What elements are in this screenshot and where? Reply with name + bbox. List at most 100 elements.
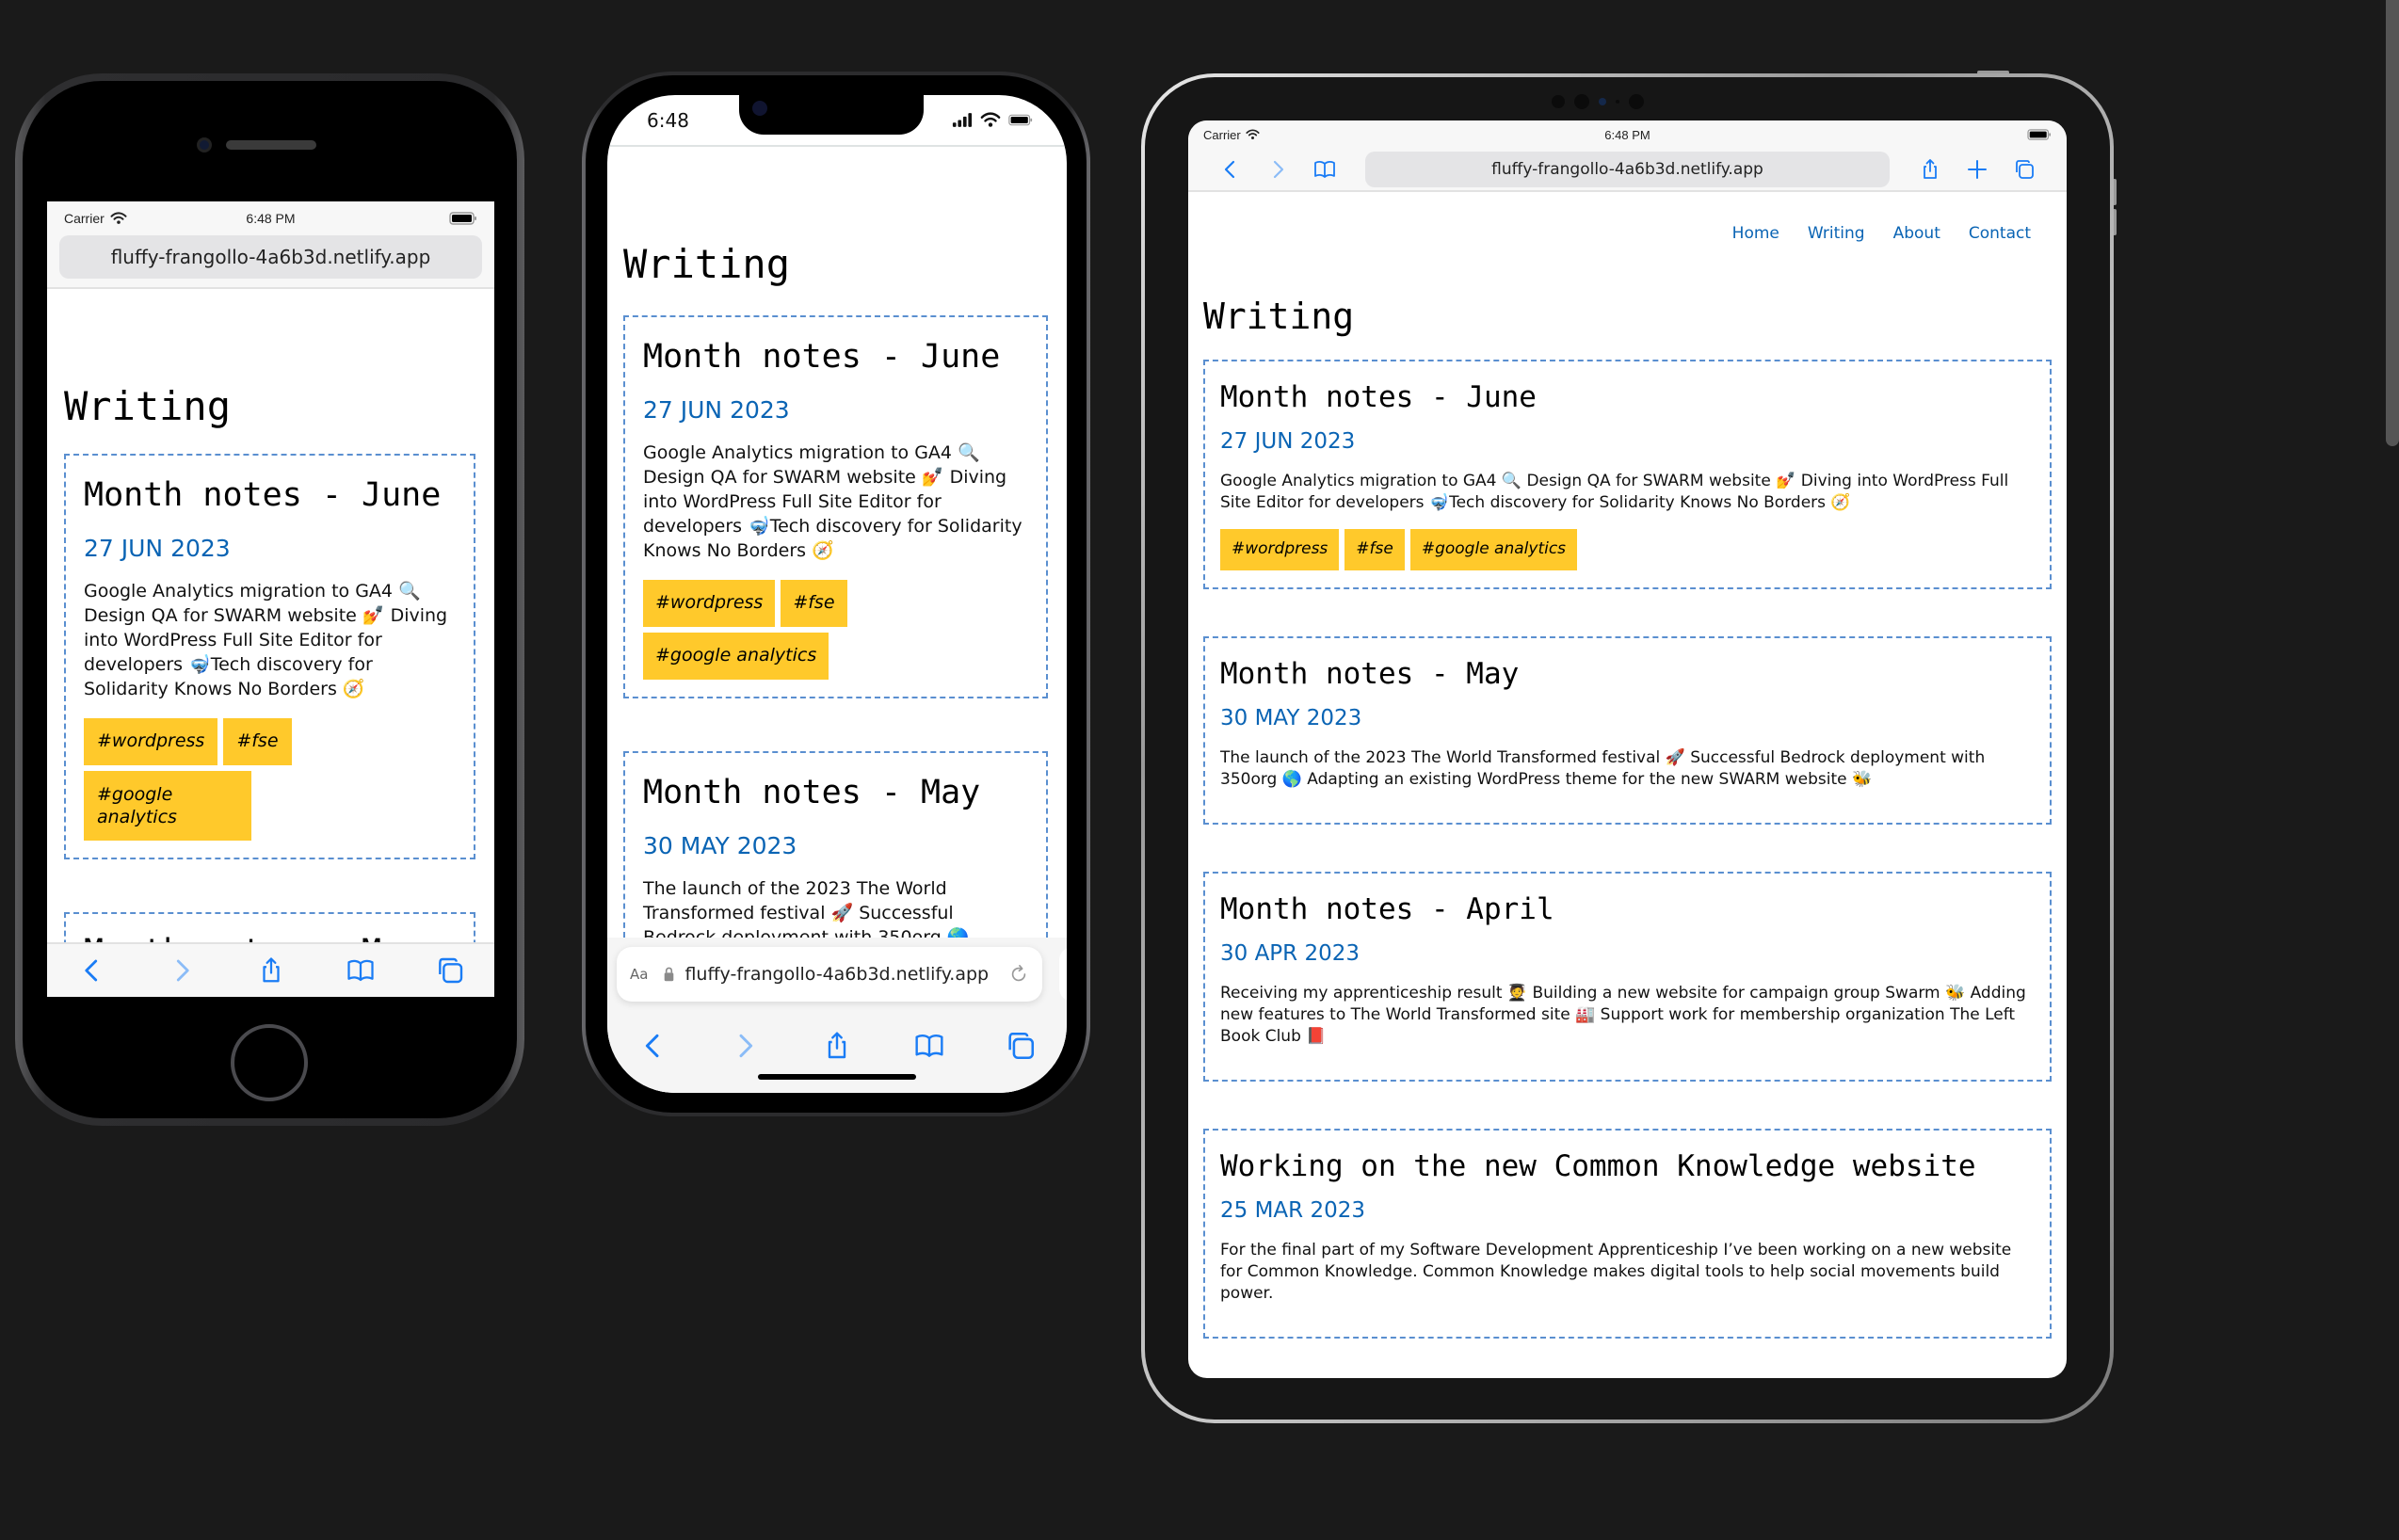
back-button[interactable] bbox=[637, 1030, 669, 1062]
page-title: Writing bbox=[64, 383, 232, 429]
post-date: 30 APR 2023 bbox=[1220, 941, 1361, 966]
post-excerpt: Google Analytics migration to GA4 🔍 Desi… bbox=[643, 442, 1022, 561]
page-title: Writing bbox=[1203, 296, 1355, 337]
status-time: 6:48 PM bbox=[1604, 127, 1650, 142]
post-date: 25 MAR 2023 bbox=[1220, 1198, 1365, 1223]
tag-list: #wordpress #fse #google analytics bbox=[643, 580, 1028, 680]
post-date: 30 MAY 2023 bbox=[643, 832, 797, 859]
post-date: 27 JUN 2023 bbox=[84, 535, 231, 562]
url-field[interactable]: fluffy-frangollo-4a6b3d.netlify.app bbox=[1365, 152, 1890, 187]
bookmarks-button[interactable] bbox=[345, 954, 377, 987]
page-scrollbar[interactable] bbox=[2386, 0, 2399, 446]
tabs-button[interactable] bbox=[434, 954, 466, 987]
forward-button[interactable] bbox=[1254, 152, 1301, 187]
chevron-right-icon bbox=[730, 1031, 760, 1061]
post-card[interactable]: Working on the new Common Knowledge webs… bbox=[1203, 1129, 2052, 1339]
post-title[interactable]: Month notes - June bbox=[1220, 380, 2035, 414]
iphone-x-frame: 6:48 Writing Month notes - June 27 JUN 2… bbox=[582, 72, 1090, 1116]
bookmarks-button[interactable] bbox=[913, 1030, 945, 1062]
browser-toolbar bbox=[47, 942, 494, 997]
status-time: 6:48 bbox=[647, 108, 689, 132]
home-button[interactable] bbox=[231, 1024, 308, 1101]
chevron-left-icon bbox=[638, 1031, 668, 1061]
signal-icon bbox=[952, 113, 973, 127]
url-field[interactable]: fluffy-frangollo-4a6b3d.netlify.app bbox=[684, 964, 999, 985]
tag-list: #wordpress #fse #google analytics bbox=[84, 718, 456, 841]
tabs-button[interactable] bbox=[2001, 152, 2048, 187]
post-title[interactable]: Month notes - April bbox=[1220, 892, 2035, 926]
book-icon bbox=[345, 956, 377, 985]
share-icon bbox=[257, 956, 285, 985]
page-title: Writing bbox=[623, 241, 791, 287]
address-bar: fluffy-frangollo-4a6b3d.netlify.app bbox=[47, 235, 494, 289]
post-excerpt: The launch of the 2023 The World Transfo… bbox=[1220, 748, 1986, 789]
post-excerpt: Receiving my apprenticeship result 🧑‍🎓 B… bbox=[1220, 984, 2026, 1046]
iphone-se-frame: Carrier 6:48 PM fluffy-frangollo-4a6b3d.… bbox=[15, 73, 524, 1126]
status-bar: Carrier 6:48 PM bbox=[47, 201, 494, 235]
post-title[interactable]: Month notes - June bbox=[643, 338, 1028, 376]
nav-link-about[interactable]: About bbox=[1893, 224, 1940, 243]
tag-fse[interactable]: #fse bbox=[223, 718, 292, 765]
tag-wordpress[interactable]: #wordpress bbox=[84, 718, 218, 765]
tag-list: #wordpress #fse #google analytics bbox=[1220, 529, 2035, 570]
post-excerpt: Google Analytics migration to GA4 🔍 Desi… bbox=[1220, 472, 2009, 512]
post-card[interactable]: Month notes - June 27 JUN 2023 Google An… bbox=[64, 454, 475, 859]
tag-fse[interactable]: #fse bbox=[781, 580, 847, 627]
tag-google-analytics[interactable]: #google analytics bbox=[1409, 529, 1578, 570]
forward-button[interactable] bbox=[166, 954, 198, 987]
reload-icon[interactable] bbox=[1008, 964, 1029, 985]
chevron-left-icon bbox=[1219, 157, 1242, 182]
status-time: 6:48 PM bbox=[246, 211, 296, 226]
plus-icon bbox=[1966, 158, 1988, 181]
share-icon bbox=[822, 1031, 852, 1061]
nav-link-writing[interactable]: Writing bbox=[1808, 224, 1865, 243]
book-icon bbox=[1312, 158, 1337, 181]
back-button[interactable] bbox=[1207, 152, 1254, 187]
front-camera bbox=[197, 137, 212, 152]
url-field[interactable]: fluffy-frangollo-4a6b3d.netlify.app bbox=[59, 235, 482, 279]
nav-link-home[interactable]: Home bbox=[1732, 224, 1779, 243]
address-bar[interactable]: Aa fluffy-frangollo-4a6b3d.netlify.app bbox=[617, 947, 1042, 1002]
post-date: 27 JUN 2023 bbox=[1220, 429, 1356, 454]
share-button[interactable] bbox=[255, 954, 287, 987]
post-title[interactable]: Month notes - May bbox=[643, 774, 1028, 811]
new-tab-button[interactable] bbox=[1954, 152, 2001, 187]
tag-wordpress[interactable]: #wordpress bbox=[1220, 529, 1340, 570]
post-date: 27 JUN 2023 bbox=[643, 396, 790, 424]
post-card[interactable]: Month notes - May 30 MAY 2023 The launch… bbox=[1203, 636, 2052, 825]
browser-bottom-bar: Aa fluffy-frangollo-4a6b3d.netlify.app bbox=[607, 938, 1067, 1093]
tabs-icon bbox=[2013, 158, 2036, 181]
site-nav: Home Writing About Contact bbox=[1188, 192, 2067, 243]
browser-toolbar bbox=[607, 1022, 1067, 1069]
ipad-screen: Carrier 6:48 PM fluffy-frangollo-4a6b3d.… bbox=[1188, 120, 2067, 1378]
post-card[interactable]: Month notes - June 27 JUN 2023 Google An… bbox=[1203, 360, 2052, 589]
chevron-right-icon bbox=[168, 956, 196, 985]
bookmarks-button[interactable] bbox=[1301, 152, 1348, 187]
front-camera bbox=[752, 101, 767, 116]
post-card[interactable]: Month notes - June 27 JUN 2023 Google An… bbox=[623, 315, 1048, 698]
post-title[interactable]: Working on the new Common Knowledge webs… bbox=[1220, 1149, 2035, 1183]
post-title[interactable]: Month notes - June bbox=[84, 476, 456, 514]
post-title[interactable]: Month notes - May bbox=[1220, 657, 2035, 691]
ipad-frame: Carrier 6:48 PM fluffy-frangollo-4a6b3d.… bbox=[1141, 73, 2114, 1423]
home-indicator[interactable] bbox=[758, 1074, 916, 1080]
chevron-right-icon bbox=[1266, 157, 1289, 182]
nav-link-contact[interactable]: Contact bbox=[1969, 224, 2031, 243]
tag-google-analytics[interactable]: #google analytics bbox=[643, 633, 829, 680]
share-button[interactable] bbox=[1907, 152, 1954, 187]
tabs-icon bbox=[435, 955, 465, 986]
book-icon bbox=[913, 1031, 945, 1061]
tag-wordpress[interactable]: #wordpress bbox=[643, 580, 776, 627]
tag-google-analytics[interactable]: #google analytics bbox=[84, 771, 251, 841]
reader-mode-button[interactable]: Aa bbox=[630, 966, 648, 983]
iphone-se-screen: Carrier 6:48 PM fluffy-frangollo-4a6b3d.… bbox=[47, 201, 494, 997]
tag-fse[interactable]: #fse bbox=[1344, 529, 1405, 570]
forward-button[interactable] bbox=[729, 1030, 761, 1062]
tabs-button[interactable] bbox=[1005, 1030, 1037, 1062]
chevron-left-icon bbox=[78, 956, 106, 985]
status-bar: Carrier 6:48 PM bbox=[1188, 120, 2067, 149]
iphone-x-screen: 6:48 Writing Month notes - June 27 JUN 2… bbox=[607, 95, 1067, 1093]
post-card[interactable]: Month notes - April 30 APR 2023 Receivin… bbox=[1203, 872, 2052, 1082]
share-button[interactable] bbox=[821, 1030, 853, 1062]
back-button[interactable] bbox=[76, 954, 108, 987]
